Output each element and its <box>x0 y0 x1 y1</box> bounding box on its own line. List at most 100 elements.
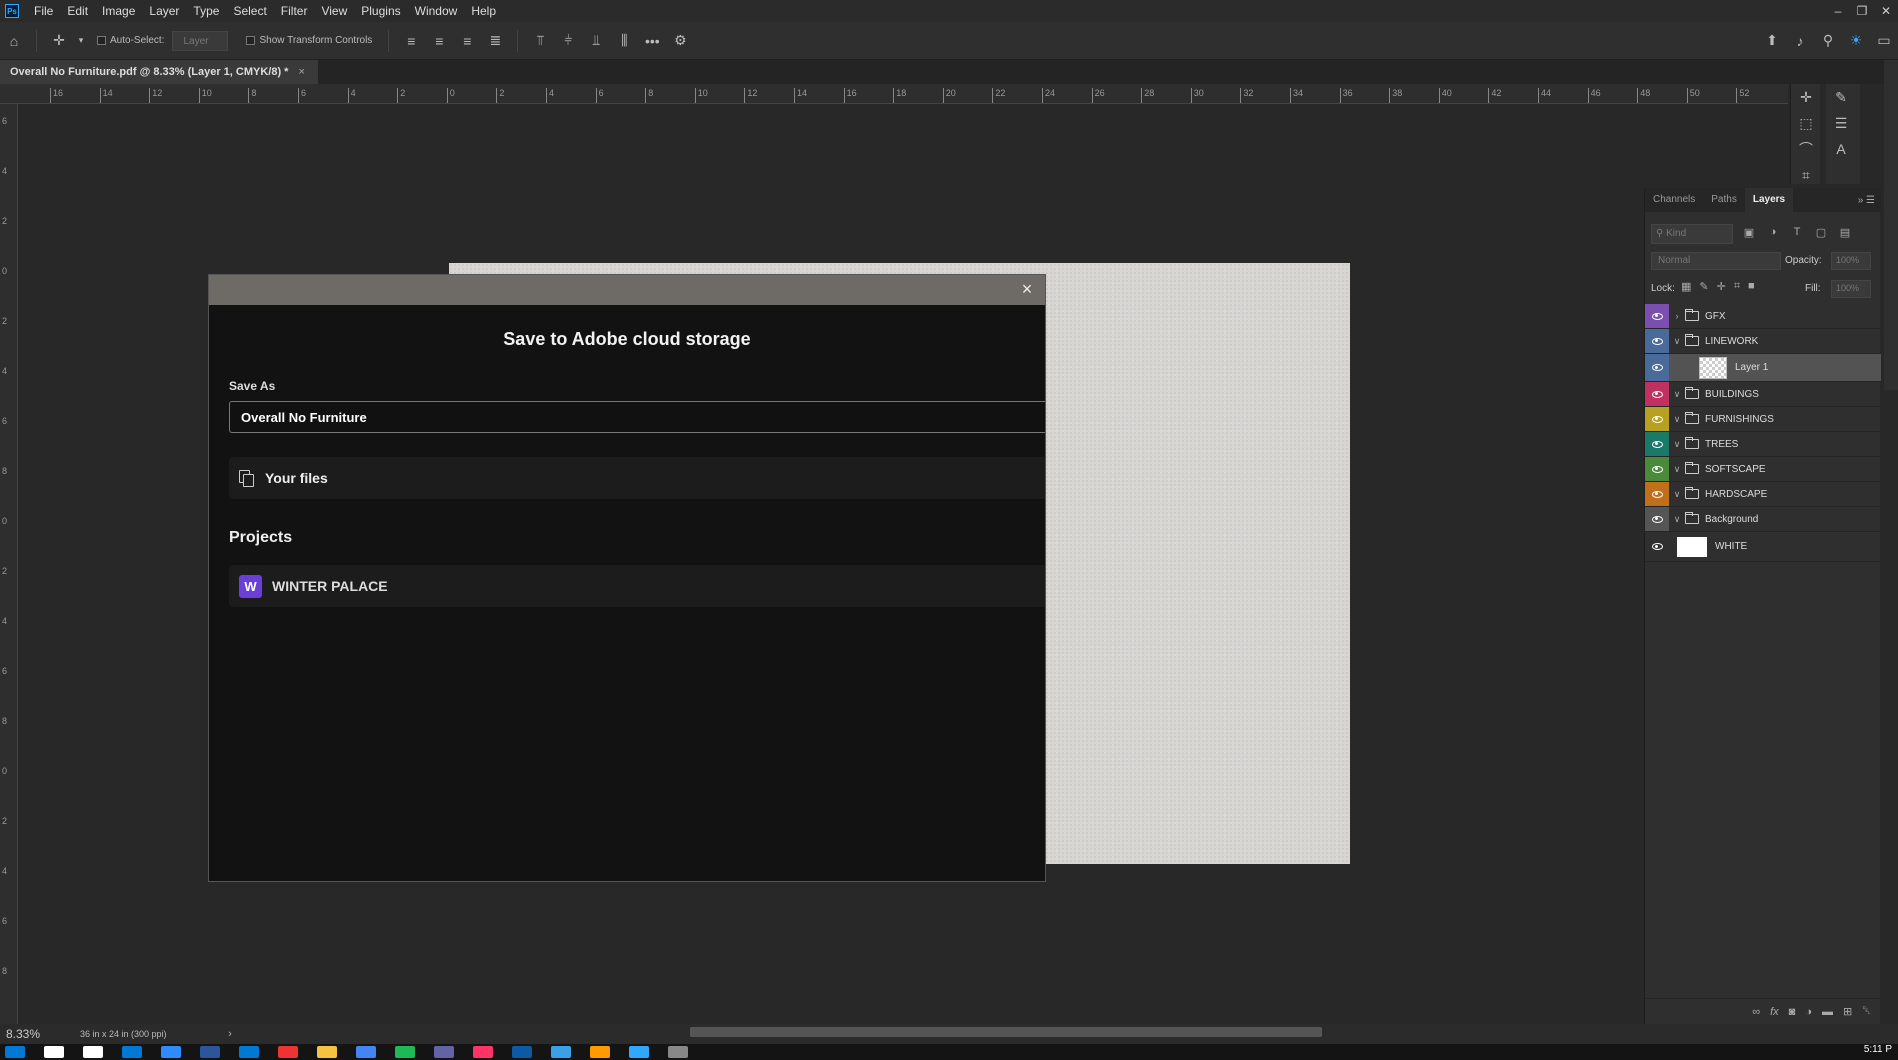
photoshop-icon[interactable] <box>629 1046 649 1058</box>
move-tool-icon[interactable]: ✛ <box>48 32 70 49</box>
checkbox-box[interactable] <box>97 36 106 45</box>
edge-icon[interactable] <box>512 1046 532 1058</box>
add-mask-icon[interactable]: ◙ <box>1789 1006 1796 1018</box>
chevron-down-icon[interactable]: ∨ <box>1671 464 1683 475</box>
restore-icon[interactable]: ❐ <box>1850 4 1874 18</box>
opacity-input[interactable]: 100% <box>1831 252 1871 270</box>
filter-kind-dropdown[interactable]: ⚲ Kind <box>1651 224 1733 244</box>
menu-window[interactable]: Window <box>408 4 465 18</box>
lock-all-icon[interactable]: ■ <box>1748 280 1755 293</box>
adjustments-icon[interactable]: ☰ <box>1826 110 1856 136</box>
eye-icon[interactable] <box>1651 465 1663 473</box>
menu-plugins[interactable]: Plugins <box>354 4 407 18</box>
horizontal-ruler[interactable]: 16 14 12 10 8 6 4 2 0 2 4 6 8 10 12 14 16 18 20 22 24 26 28 30 3… <box>0 84 1788 104</box>
document-info[interactable]: 36 in x 24 in (300 ppi) <box>80 1029 220 1039</box>
home-icon[interactable]: ⌂ <box>3 33 25 49</box>
menu-filter[interactable]: Filter <box>274 4 315 18</box>
bell-icon[interactable]: ♪ <box>1789 33 1811 49</box>
new-group-icon[interactable]: ▬ <box>1822 1006 1833 1018</box>
layer-color-tag[interactable] <box>1645 382 1669 406</box>
layer-row[interactable]: ∨ Background <box>1645 507 1881 532</box>
layer-row-selected[interactable]: Layer 1 <box>1645 354 1881 382</box>
marquee-tool-icon[interactable]: ⬚ <box>1791 110 1821 136</box>
layer-dropdown[interactable]: Layer <box>172 30 229 51</box>
lock-pixels-icon[interactable]: ✎ <box>1699 280 1708 293</box>
share-icon[interactable]: ⬆ <box>1761 32 1783 49</box>
layer-color-tag[interactable] <box>1645 457 1669 481</box>
teams-icon[interactable] <box>434 1046 454 1058</box>
lock-position-icon[interactable]: ✛ <box>1717 280 1726 293</box>
project-item[interactable]: W WINTER PALACE <box>229 565 1045 607</box>
menu-edit[interactable]: Edit <box>60 4 95 18</box>
align-top-icon[interactable]: ⫪ <box>529 32 551 49</box>
align-bottom-icon[interactable]: ⫫ <box>585 32 607 49</box>
character-icon[interactable]: A <box>1826 136 1856 162</box>
distribute-vertical-icon[interactable]: ⫼ <box>613 32 635 49</box>
search-icon[interactable] <box>44 1046 64 1058</box>
layer-row[interactable]: ∨ LINEWORK <box>1645 329 1881 354</box>
document-tab[interactable]: Overall No Furniture.pdf @ 8.33% (Layer … <box>0 60 318 84</box>
pixel-filter-icon[interactable]: ▣ <box>1741 226 1757 242</box>
layer-row[interactable]: WHITE <box>1645 532 1881 562</box>
layer-color-tag[interactable] <box>1645 507 1669 531</box>
distribute-icon[interactable]: ≣ <box>484 32 506 49</box>
blend-mode-dropdown[interactable]: Normal <box>1651 252 1781 270</box>
save-as-input[interactable] <box>229 401 1045 433</box>
zoom-icon[interactable] <box>161 1046 181 1058</box>
app-icon[interactable] <box>551 1046 571 1058</box>
explorer-icon[interactable] <box>317 1046 337 1058</box>
store-icon[interactable] <box>122 1046 142 1058</box>
windows-icon[interactable] <box>5 1046 25 1058</box>
close-icon[interactable]: ✕ <box>1874 4 1898 18</box>
horizontal-scrollbar[interactable] <box>690 1027 1322 1037</box>
new-layer-icon[interactable]: ⊞ <box>1843 1005 1852 1018</box>
layer-color-tag[interactable] <box>1645 482 1669 506</box>
discover-icon[interactable]: ☀ <box>1845 32 1867 49</box>
eye-icon[interactable] <box>1651 543 1663 550</box>
layer-color-tag[interactable] <box>1645 329 1669 353</box>
layer-row[interactable]: ∨ BUILDINGS <box>1645 382 1881 407</box>
dialog-titlebar[interactable] <box>209 275 1045 305</box>
lock-transparency-icon[interactable]: ▦ <box>1681 280 1691 293</box>
type-filter-icon[interactable]: T <box>1789 226 1805 242</box>
bridge-icon[interactable] <box>668 1046 688 1058</box>
menu-file[interactable]: File <box>27 4 60 18</box>
menu-type[interactable]: Type <box>186 4 226 18</box>
layer-color-tag[interactable] <box>1645 532 1669 561</box>
menu-layer[interactable]: Layer <box>142 4 186 18</box>
illustrator-icon[interactable] <box>590 1046 610 1058</box>
brush-icon[interactable]: ✎ <box>1826 84 1856 110</box>
chrome-icon[interactable] <box>356 1046 376 1058</box>
menu-select[interactable]: Select <box>226 4 273 18</box>
show-transform-checkbox[interactable]: Show Transform Controls <box>246 35 372 46</box>
menu-image[interactable]: Image <box>95 4 142 18</box>
align-center-icon[interactable]: ≡ <box>428 33 450 49</box>
word-icon[interactable] <box>200 1046 220 1058</box>
chevron-down-icon[interactable]: ∨ <box>1671 389 1683 400</box>
vertical-ruler[interactable]: 6 4 2 0 2 4 6 8 0 2 4 6 8 0 2 4 6 8 <box>0 104 18 1024</box>
align-middle-icon[interactable]: ⫩ <box>557 32 579 49</box>
checkbox-box[interactable] <box>246 36 256 45</box>
chevron-down-icon[interactable]: ∨ <box>1671 414 1683 425</box>
move-tool-icon[interactable]: ✛ <box>1791 84 1821 110</box>
layer-row[interactable]: ∨ TREES <box>1645 432 1881 457</box>
close-icon[interactable]: × <box>1017 279 1037 299</box>
adjustment-filter-icon[interactable]: ◑ <box>1765 226 1781 242</box>
close-icon[interactable]: × <box>298 66 304 78</box>
more-options-icon[interactable]: ••• <box>641 33 663 49</box>
workspace-icon[interactable]: ▭ <box>1873 32 1895 49</box>
eye-icon[interactable] <box>1651 312 1663 320</box>
spotify-icon[interactable] <box>395 1046 415 1058</box>
crop-tool-icon[interactable]: ⌗ <box>1791 162 1821 188</box>
layer-row[interactable]: ∨ SOFTSCAPE <box>1645 457 1881 482</box>
eye-icon[interactable] <box>1651 337 1663 345</box>
layer-row[interactable]: ∨ HARDSCAPE <box>1645 482 1881 507</box>
indesign-icon[interactable] <box>473 1046 493 1058</box>
trash-icon[interactable]: ␡ <box>1862 1005 1871 1018</box>
smart-object-filter-icon[interactable]: ▤ <box>1837 226 1853 242</box>
tab-channels[interactable]: Channels <box>1645 188 1703 212</box>
acrobat-icon[interactable] <box>278 1046 298 1058</box>
tab-paths[interactable]: Paths <box>1703 188 1745 212</box>
layer-color-tag[interactable] <box>1645 354 1669 381</box>
menu-view[interactable]: View <box>314 4 354 18</box>
